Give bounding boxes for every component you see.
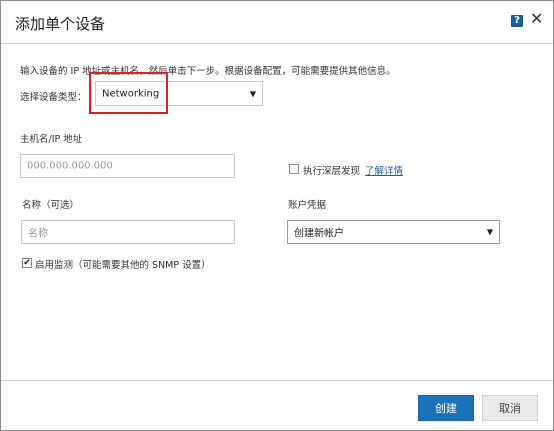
chevron-down-icon: ▼ xyxy=(486,227,493,237)
monitoring-checkbox[interactable]: ✔ xyxy=(22,258,32,268)
hostname-placeholder: 000.000.000.000 xyxy=(27,160,113,172)
footer-divider xyxy=(1,380,553,381)
name-placeholder: 名称 xyxy=(28,228,48,240)
credentials-label: 账户凭据 xyxy=(288,200,327,211)
dialog-title: 添加单个设备 xyxy=(15,15,106,33)
header-divider xyxy=(1,43,553,44)
deep-discovery-label: 执行深层发现 xyxy=(303,166,361,177)
credentials-value: 创建新帐户 xyxy=(294,228,344,240)
deep-discovery-checkbox[interactable] xyxy=(289,164,299,174)
hostname-label: 主机名/IP 地址 xyxy=(20,134,83,145)
create-button[interactable]: 创建 xyxy=(418,395,474,421)
add-device-dialog: 添加单个设备 ? ✕ 输入设备的 IP 地址或主机名，然后单击下一步。根据设备配… xyxy=(0,0,554,431)
monitoring-label: 启用监测（可能需要其他的 SNMP 设置） xyxy=(35,260,211,271)
intro-text: 输入设备的 IP 地址或主机名，然后单击下一步。根据设备配置，可能需要提供其他信… xyxy=(20,66,396,77)
name-input[interactable]: 名称 xyxy=(21,220,235,244)
name-label: 名称（可选） xyxy=(22,200,80,211)
hostname-input[interactable]: 000.000.000.000 xyxy=(20,154,235,178)
help-icon[interactable]: ? xyxy=(511,15,523,27)
highlight-annotation xyxy=(89,72,168,114)
chevron-down-icon: ▼ xyxy=(249,89,256,98)
cancel-button[interactable]: 取消 xyxy=(482,395,538,421)
close-icon[interactable]: ✕ xyxy=(530,11,543,27)
learn-more-link[interactable]: 了解详情 xyxy=(365,163,403,177)
device-type-label: 选择设备类型： xyxy=(20,92,87,103)
credentials-select[interactable]: 创建新帐户 ▼ xyxy=(287,220,500,244)
